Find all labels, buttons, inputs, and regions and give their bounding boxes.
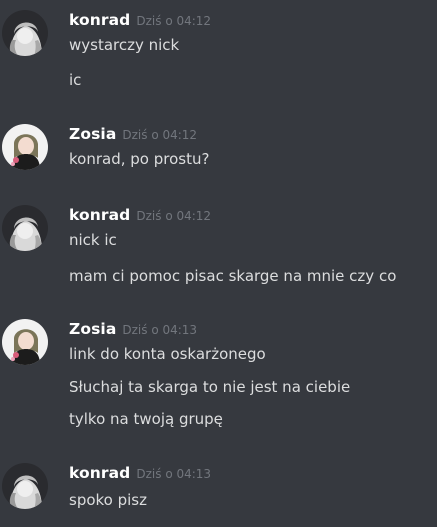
message-text: mam ci pomoc pisac skarge na mnie czy co — [69, 267, 397, 285]
zosia-avatar-icon[interactable] — [2, 319, 48, 365]
message-text: Słuchaj ta skarga to nie jest na ciebie — [69, 378, 351, 396]
username[interactable]: konrad — [69, 11, 130, 29]
message-header: Zosia Dziś o 04:13 — [69, 319, 197, 339]
username[interactable]: konrad — [69, 206, 130, 224]
message-header: Zosia Dziś o 04:12 — [69, 124, 197, 144]
message-text: spoko pisz — [69, 491, 147, 509]
message-header: konrad Dziś o 04:12 — [69, 10, 211, 30]
username[interactable]: Zosia — [69, 125, 116, 143]
message-text: ic — [69, 71, 82, 89]
message-text: link do konta oskarżonego — [69, 345, 266, 363]
username[interactable]: Zosia — [69, 320, 116, 338]
konrad-avatar-icon[interactable] — [2, 10, 48, 56]
username[interactable]: konrad — [69, 464, 130, 482]
message-header: konrad Dziś o 04:12 — [69, 205, 211, 225]
timestamp: Dziś o 04:13 — [136, 467, 212, 481]
timestamp: Dziś o 04:12 — [122, 128, 198, 142]
message-text: tylko na twoją grupę — [69, 410, 223, 428]
zosia-avatar-icon[interactable] — [2, 124, 48, 170]
timestamp: Dziś o 04:12 — [136, 209, 212, 223]
timestamp: Dziś o 04:12 — [136, 14, 212, 28]
konrad-avatar-icon[interactable] — [2, 463, 48, 509]
timestamp: Dziś o 04:13 — [122, 323, 198, 337]
chat-messages: konrad Dziś o 04:12 wystarczy nick ic Zos… — [0, 0, 437, 527]
message-text: wystarczy nick — [69, 36, 180, 54]
konrad-avatar-icon[interactable] — [2, 205, 48, 251]
message-header: konrad Dziś o 04:13 — [69, 463, 211, 483]
message-text: nick ic — [69, 231, 117, 249]
message-text: konrad, po prostu? — [69, 150, 210, 168]
